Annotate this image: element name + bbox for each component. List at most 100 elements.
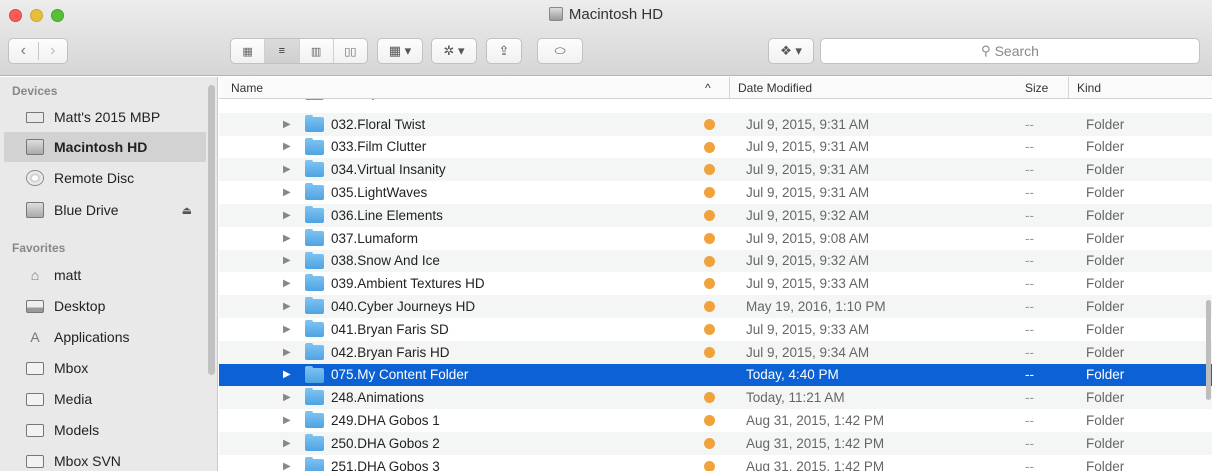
search-field[interactable]: ⚲ Search	[820, 38, 1200, 64]
back-button[interactable]: ‹	[9, 42, 38, 60]
file-size: --	[1025, 321, 1034, 337]
orange-tag-icon	[704, 324, 715, 335]
orange-tag-icon	[704, 438, 715, 449]
sidebar-item-label: Media	[54, 391, 93, 407]
disclosure-triangle-icon[interactable]: ▶	[283, 141, 291, 152]
file-row[interactable]: ▶ 075.My Content Folder Today, 4:40 PM -- Fo…	[219, 363, 1212, 387]
search-placeholder: Search	[994, 43, 1039, 59]
file-size: --	[1025, 99, 1034, 100]
file-size: --	[1025, 344, 1034, 360]
file-kind: Folder	[1086, 253, 1125, 269]
action-gear-button[interactable]: ✲ ▾	[431, 38, 477, 64]
column-header-date-modified[interactable]: Date Modified	[729, 77, 812, 99]
file-row[interactable]: ▶ 040.Cyber Journeys HD May 19, 2016, 1:10…	[219, 295, 1212, 318]
file-name: 038.Snow And Ice	[331, 253, 440, 269]
orange-tag-icon	[704, 187, 715, 199]
disclosure-triangle-icon[interactable]: ▶	[283, 164, 291, 175]
file-row[interactable]: ▶ 041.Bryan Faris SD Jul 9, 2015, 9:33 AM -…	[219, 318, 1212, 341]
column-header-size[interactable]: Size	[1025, 81, 1048, 95]
file-list-scrollbar[interactable]	[1206, 300, 1211, 400]
file-size: --	[1025, 185, 1034, 201]
disclosure-triangle-icon[interactable]: ▶	[283, 119, 291, 130]
sidebar-item-media[interactable]: Media	[4, 384, 206, 414]
disclosure-triangle-icon[interactable]: ▶	[283, 187, 291, 198]
file-row[interactable]: ▶ 039.Ambient Textures HD Jul 9, 2015, 9:3…	[219, 272, 1212, 295]
file-name: 035.LightWaves	[331, 185, 428, 201]
sidebar-item-macintosh-hd[interactable]: Macintosh HD	[4, 132, 206, 162]
file-row[interactable]: ▶ 042.Bryan Faris HD Jul 9, 2015, 9:34 AM -…	[219, 340, 1212, 364]
file-row[interactable]: ▶ 034.Virtual Insanity Jul 9, 2015, 9:31 A…	[219, 158, 1212, 182]
sidebar-item-label: Matt's 2015 MBP	[54, 109, 161, 125]
sidebar-item-matts-2015-mbp[interactable]: Matt's 2015 MBP	[4, 102, 206, 132]
file-row[interactable]: ▶ 033.Film Clutter Jul 9, 2015, 9:31 AM -- F…	[219, 136, 1212, 159]
sidebar-scrollbar[interactable]	[208, 85, 215, 375]
orange-tag-icon	[704, 255, 715, 267]
file-row[interactable]: ▶ 249.DHA Gobos 1 Aug 31, 2015, 1:42 PM -- F…	[219, 409, 1212, 432]
disclosure-triangle-icon[interactable]: ▶	[283, 415, 291, 426]
desktop-icon	[26, 299, 44, 313]
file-row[interactable]: ▶ 038.Snow And Ice Jul 9, 2015, 9:32 AM -- F…	[219, 249, 1212, 273]
file-row[interactable]: ▶ 251.DHA Gobos 3 Aug 31, 2015, 1:42 PM -- F…	[219, 455, 1212, 471]
folder-icon	[305, 99, 324, 100]
disclosure-triangle-icon[interactable]: ▶	[283, 301, 291, 312]
dropbox-button[interactable]: ❖ ▾	[768, 38, 814, 64]
share-button[interactable]: ⇪	[486, 38, 522, 64]
view-mode-control: ▦ ≡ ▥ ▯▯	[230, 38, 368, 64]
disclosure-triangle-icon[interactable]: ▶	[283, 233, 291, 244]
forward-button[interactable]: ›	[37, 42, 68, 60]
file-row[interactable]: ▶031.Crystal EffectsJul 9, 2015, 9:31 AM…	[219, 99, 1212, 113]
date-modified: Jul 9, 2015, 9:31 AM	[746, 116, 870, 132]
edit-tags-button[interactable]: ⬭	[537, 38, 583, 64]
date-modified: Jul 9, 2015, 9:33 AM	[746, 321, 870, 337]
date-modified: Jul 9, 2015, 9:31 AM	[746, 185, 870, 201]
disclosure-triangle-icon[interactable]: ▶	[283, 324, 291, 335]
disclosure-triangle-icon[interactable]: ▶	[283, 461, 291, 471]
disclosure-triangle-icon[interactable]: ▶	[283, 278, 291, 289]
list-view-button[interactable]: ≡	[264, 39, 299, 63]
column-view-button[interactable]: ▥	[298, 39, 333, 63]
column-header-name[interactable]: Name	[231, 81, 263, 95]
finder-window: Macintosh HD ‹ › ▦ ≡ ▥ ▯▯ ▦ ▾ ✲ ▾ ⇪ ⬭ ❖ …	[0, 0, 1212, 471]
disclosure-triangle-icon[interactable]: ▶	[283, 255, 291, 266]
disclosure-triangle-icon[interactable]: ▶	[283, 347, 291, 358]
file-size: --	[1025, 116, 1034, 132]
sidebar-item-matt[interactable]: ⌂ matt	[4, 260, 206, 290]
disclosure-triangle-icon[interactable]: ▶	[283, 392, 291, 403]
file-size: --	[1025, 162, 1034, 178]
sidebar-item-mbox-svn[interactable]: Mbox SVN	[4, 446, 206, 471]
file-row[interactable]: ▶ 036.Line Elements Jul 9, 2015, 9:32 AM --…	[219, 204, 1212, 227]
file-row[interactable]: ▶ 032.Floral Twist Jul 9, 2015, 9:31 AM -- F…	[219, 112, 1212, 136]
sidebar-item-desktop[interactable]: Desktop	[4, 291, 206, 321]
file-row[interactable]: ▶ 037.Lumaform Jul 9, 2015, 9:08 AM -- Folde…	[219, 227, 1212, 250]
disclosure-triangle-icon[interactable]: ▶	[283, 210, 291, 221]
folder-icon	[305, 342, 324, 360]
eject-icon[interactable]: ⏏	[182, 204, 192, 217]
orange-tag-icon	[704, 210, 715, 221]
column-header-kind[interactable]: Kind	[1068, 77, 1101, 99]
sidebar-item-blue-drive[interactable]: Blue Drive ⏏	[4, 195, 206, 225]
sidebar-item-label: Desktop	[54, 298, 106, 314]
folder-icon	[305, 228, 324, 246]
file-kind: Folder	[1086, 116, 1125, 132]
folder-icon	[26, 392, 44, 406]
folder-icon	[26, 361, 44, 375]
sidebar-section-favorites: Favorites	[12, 241, 66, 255]
icon-view-button[interactable]: ▦	[231, 39, 264, 63]
file-row[interactable]: ▶ 035.LightWaves Jul 9, 2015, 9:31 AM -- Fol…	[219, 181, 1212, 204]
window-title-text: Macintosh HD	[568, 6, 664, 23]
sidebar-item-applications[interactable]: A Applications	[4, 322, 206, 352]
disclosure-triangle-icon[interactable]: ▶	[283, 438, 291, 449]
folder-icon	[26, 454, 44, 468]
folder-icon	[305, 297, 324, 315]
date-modified: Jul 9, 2015, 9:31 AM	[746, 99, 869, 100]
cover-flow-view-button[interactable]: ▯▯	[332, 39, 367, 63]
sidebar-item-models[interactable]: Models	[4, 415, 206, 445]
hard-disk-icon	[548, 7, 563, 21]
sidebar-item-mbox[interactable]: Mbox	[4, 353, 206, 383]
arrange-button[interactable]: ▦ ▾	[377, 38, 423, 64]
file-row[interactable]: ▶ 250.DHA Gobos 2 Aug 31, 2015, 1:42 PM -- F…	[219, 432, 1212, 455]
sidebar-item-remote-disc[interactable]: Remote Disc	[4, 163, 206, 193]
file-row[interactable]: ▶ 248.Animations Today, 11:21 AM -- Folder	[219, 386, 1212, 410]
file-name: 031.Crystal Effects	[331, 99, 444, 100]
disclosure-triangle-icon[interactable]: ▶	[283, 369, 291, 380]
